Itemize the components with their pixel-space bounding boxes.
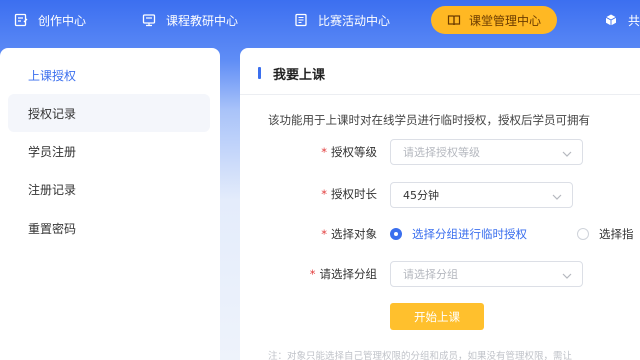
nav-label: 比赛活动中心 — [318, 13, 391, 28]
chevron-down-icon — [552, 191, 562, 200]
nav-label: 共 — [628, 13, 640, 28]
title-accent-bar — [258, 67, 261, 79]
sidebar-item-authorization-records[interactable]: 授权记录 — [8, 94, 210, 132]
radio-select-group[interactable]: 选择分组进行临时授权 — [390, 226, 527, 242]
title-divider — [240, 94, 640, 95]
sidebar-item-label: 重置密码 — [28, 221, 77, 236]
sidebar-item-student-registration[interactable]: 学员注册 — [8, 132, 210, 170]
sidebar-item-label: 上课授权 — [28, 68, 77, 83]
group-label-text: 请选择分组 — [319, 267, 378, 281]
radio-label: 选择指 — [599, 227, 634, 241]
list-doc-icon — [294, 13, 308, 27]
main-panel: 我要上课 该功能用于上课时对在线学员进行临时授权，授权后学员可拥有 * 授权等级 … — [240, 48, 640, 360]
authorization-level-select[interactable]: 请选择授权等级 — [390, 139, 583, 165]
required-mark: * — [309, 267, 316, 281]
start-class-button[interactable]: 开始上课 — [390, 303, 484, 330]
footnote: 注：对象只能选择自己管理权限的分组和成员，如果没有管理权限，需让 — [268, 351, 573, 360]
target-label: * 选择对象 — [321, 226, 377, 242]
nav-more[interactable]: 共 — [604, 6, 640, 34]
nav-course-research-center[interactable]: 课程教研中心 — [142, 6, 238, 34]
nav-label: 课堂管理中心 — [469, 13, 542, 28]
page-title-text: 我要上课 — [273, 67, 326, 83]
nav-label: 创作中心 — [38, 13, 87, 28]
radio-label: 选择分组进行临时授权 — [412, 227, 527, 241]
sidebar-item-label: 授权记录 — [28, 106, 77, 121]
level-label-text: 授权等级 — [331, 145, 377, 159]
nav-label: 课程教研中心 — [166, 13, 239, 28]
page-title: 我要上课 — [258, 64, 326, 83]
nav-creation-center[interactable]: 创作中心 — [14, 6, 86, 34]
monitor-icon — [142, 13, 156, 27]
sidebar: 上课授权 授权记录 学员注册 注册记录 重置密码 — [0, 48, 220, 360]
radio-select-other[interactable]: 选择指 — [577, 226, 634, 242]
required-mark: * — [321, 227, 327, 241]
nav-classroom-management-center[interactable]: 课堂管理中心 — [431, 6, 558, 34]
authorization-duration-select[interactable]: 45分钟 — [390, 182, 573, 208]
level-placeholder: 请选择授权等级 — [403, 146, 480, 159]
required-mark: * — [321, 145, 327, 159]
sidebar-item-class-authorization[interactable]: 上课授权 — [8, 56, 210, 94]
target-label-text: 选择对象 — [331, 227, 377, 241]
duration-label: * 授权时长 — [321, 186, 377, 202]
level-label: * 授权等级 — [321, 144, 377, 160]
group-placeholder: 请选择分组 — [403, 268, 458, 281]
duration-label-text: 授权时长 — [331, 187, 377, 201]
chevron-down-icon — [562, 270, 572, 279]
sidebar-item-registration-records[interactable]: 注册记录 — [8, 170, 210, 208]
nav-competition-center[interactable]: 比赛活动中心 — [294, 6, 390, 34]
sidebar-item-reset-password[interactable]: 重置密码 — [8, 209, 210, 247]
required-mark: * — [321, 187, 327, 201]
sidebar-item-label: 注册记录 — [28, 182, 77, 197]
duration-value: 45分钟 — [403, 189, 439, 202]
group-select[interactable]: 请选择分组 — [390, 261, 583, 287]
book-icon — [447, 13, 461, 27]
group-label: * 请选择分组 — [310, 266, 377, 282]
sidebar-item-label: 学员注册 — [28, 144, 77, 159]
radio-dot — [577, 228, 589, 240]
cube-icon — [604, 13, 618, 27]
top-navigation: 创作中心 课程教研中心 比赛活动中心 课堂管理中心 共 — [0, 0, 640, 42]
edit-doc-icon — [14, 13, 28, 27]
radio-dot — [390, 228, 402, 240]
feature-description: 该功能用于上课时对在线学员进行临时授权，授权后学员可拥有 — [268, 113, 590, 127]
chevron-down-icon — [562, 148, 572, 157]
